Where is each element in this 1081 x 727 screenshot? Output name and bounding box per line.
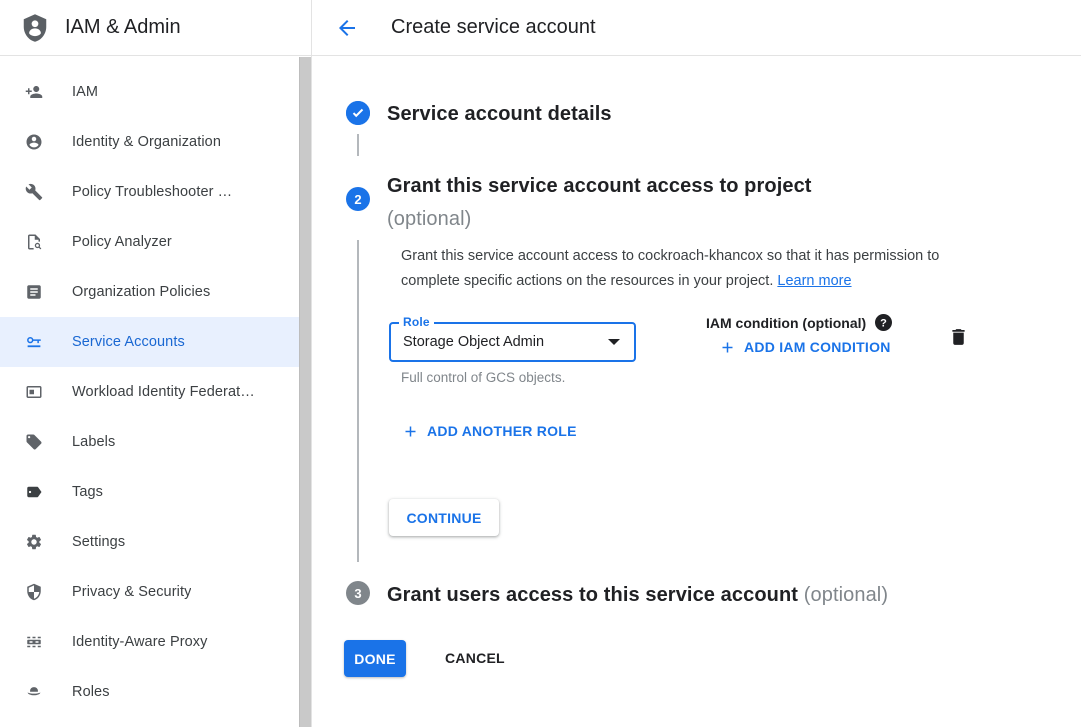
main-content: Service account details 2 Grant this ser… bbox=[312, 56, 1081, 727]
sidebar-item-labels[interactable]: Labels bbox=[0, 417, 311, 467]
person-add-icon bbox=[24, 82, 44, 102]
add-another-role-button[interactable]: ADD ANOTHER ROLE bbox=[403, 423, 577, 439]
plus-icon bbox=[720, 340, 735, 355]
plus-icon bbox=[403, 424, 418, 439]
document-list-icon bbox=[24, 282, 44, 302]
role-helper-text: Full control of GCS objects. bbox=[401, 370, 565, 385]
page-title: Create service account bbox=[391, 16, 596, 39]
sidebar-item-label: Identity-Aware Proxy bbox=[72, 634, 208, 650]
label-tag-icon bbox=[24, 432, 44, 452]
role-selected-value: Storage Object Admin bbox=[403, 334, 608, 350]
add-iam-condition-button[interactable]: ADD IAM CONDITION bbox=[720, 339, 891, 355]
step3-title-text: Grant users access to this service accou… bbox=[387, 584, 798, 606]
sidebar-item-label: Roles bbox=[72, 684, 110, 700]
step2-number: 2 bbox=[354, 192, 361, 207]
arrow-back-icon bbox=[335, 16, 359, 40]
page-header: Create service account bbox=[312, 0, 1081, 56]
iam-admin-console: IAM & Admin Create service account IAM Id… bbox=[0, 0, 1081, 727]
sidebar-item-label: Labels bbox=[72, 434, 115, 450]
step3-optional-text: (optional) bbox=[804, 584, 888, 606]
sidebar-nav: IAM Identity & Organization Policy Trouble… bbox=[0, 56, 312, 727]
gear-icon bbox=[24, 532, 44, 552]
description-text: Grant this service account access to coc… bbox=[401, 248, 939, 289]
shield-person-icon bbox=[20, 11, 50, 45]
sidebar-item-roles[interactable]: Roles bbox=[0, 667, 311, 717]
roles-hat-icon bbox=[24, 682, 44, 702]
sidebar-item-label: Tags bbox=[72, 484, 103, 500]
step3-number-badge: 3 bbox=[346, 581, 370, 605]
grant-access-description: Grant this service account access to coc… bbox=[401, 244, 983, 294]
sidebar-item-identity-organization[interactable]: Identity & Organization bbox=[0, 117, 311, 167]
done-button[interactable]: DONE bbox=[344, 640, 406, 677]
add-another-role-label: ADD ANOTHER ROLE bbox=[427, 423, 577, 439]
delete-role-button[interactable] bbox=[948, 325, 972, 349]
top-header: IAM & Admin Create service account bbox=[0, 0, 1081, 56]
account-circle-icon bbox=[24, 132, 44, 152]
role-field-label: Role bbox=[399, 315, 434, 329]
step1-check-circle-icon bbox=[346, 101, 370, 125]
iam-condition-label: IAM condition (optional) ? bbox=[706, 314, 892, 331]
sidebar-item-label: Settings bbox=[72, 534, 125, 550]
wrench-icon bbox=[24, 182, 44, 202]
step2-number-badge: 2 bbox=[346, 187, 370, 211]
sidebar-item-label: Workload Identity Federat… bbox=[72, 384, 255, 400]
add-iam-condition-label: ADD IAM CONDITION bbox=[744, 339, 891, 355]
help-icon[interactable]: ? bbox=[875, 314, 892, 331]
step1-title: Service account details bbox=[387, 101, 612, 127]
product-header: IAM & Admin bbox=[0, 0, 312, 56]
sidebar-item-policy-analyzer[interactable]: Policy Analyzer bbox=[0, 217, 311, 267]
continue-button[interactable]: CONTINUE bbox=[389, 499, 499, 536]
sidebar-item-label: Organization Policies bbox=[72, 284, 210, 300]
sidebar-item-policy-troubleshooter[interactable]: Policy Troubleshooter … bbox=[0, 167, 311, 217]
sidebar-item-service-accounts[interactable]: Service Accounts bbox=[0, 317, 311, 367]
step3-title: Grant users access to this service accou… bbox=[387, 581, 888, 609]
sidebar-item-workload-identity-federat[interactable]: Workload Identity Federat… bbox=[0, 367, 311, 417]
step2-title-text: Grant this service account access to pro… bbox=[387, 170, 812, 203]
sidebar-item-privacy-security[interactable]: Privacy & Security bbox=[0, 567, 311, 617]
tag-filled-icon bbox=[24, 482, 44, 502]
sidebar-scrollbar[interactable] bbox=[299, 57, 311, 727]
sidebar-item-label: IAM bbox=[72, 84, 98, 100]
step3-optional-label: (optional) bbox=[804, 584, 888, 606]
step-connector-line bbox=[357, 134, 359, 156]
step2-optional-label: (optional) bbox=[387, 203, 812, 236]
proxy-frame-icon bbox=[24, 632, 44, 652]
sidebar-item-label: Service Accounts bbox=[72, 334, 185, 350]
iam-condition-label-text: IAM condition (optional) bbox=[706, 315, 866, 331]
back-button[interactable] bbox=[335, 16, 359, 40]
sidebar-item-identity-aware-proxy[interactable]: Identity-Aware Proxy bbox=[0, 617, 311, 667]
step3-number: 3 bbox=[354, 586, 361, 601]
role-dropdown[interactable]: Role Storage Object Admin bbox=[389, 322, 636, 362]
sidebar-item-label: Privacy & Security bbox=[72, 584, 191, 600]
step2-title: Grant this service account access to pro… bbox=[387, 170, 812, 236]
trash-icon bbox=[948, 326, 972, 348]
sidebar-item-organization-policies[interactable]: Organization Policies bbox=[0, 267, 311, 317]
learn-more-link[interactable]: Learn more bbox=[777, 273, 851, 289]
sidebar-item-iam[interactable]: IAM bbox=[0, 67, 311, 117]
badge-card-icon bbox=[24, 382, 44, 402]
sidebar-item-label: Policy Analyzer bbox=[72, 234, 172, 250]
sidebar-item-settings[interactable]: Settings bbox=[0, 517, 311, 567]
step-connector-line bbox=[357, 240, 359, 562]
cancel-button[interactable]: CANCEL bbox=[445, 650, 505, 666]
dropdown-caret-icon bbox=[608, 339, 620, 345]
policy-analyzer-icon bbox=[24, 232, 44, 252]
service-account-key-icon bbox=[24, 332, 44, 352]
sidebar-item-label: Policy Troubleshooter … bbox=[72, 184, 232, 200]
shield-half-icon bbox=[24, 582, 44, 602]
sidebar-item-label: Identity & Organization bbox=[72, 134, 221, 150]
svg-text:?: ? bbox=[880, 317, 887, 329]
product-title: IAM & Admin bbox=[65, 16, 181, 39]
sidebar-item-tags[interactable]: Tags bbox=[0, 467, 311, 517]
